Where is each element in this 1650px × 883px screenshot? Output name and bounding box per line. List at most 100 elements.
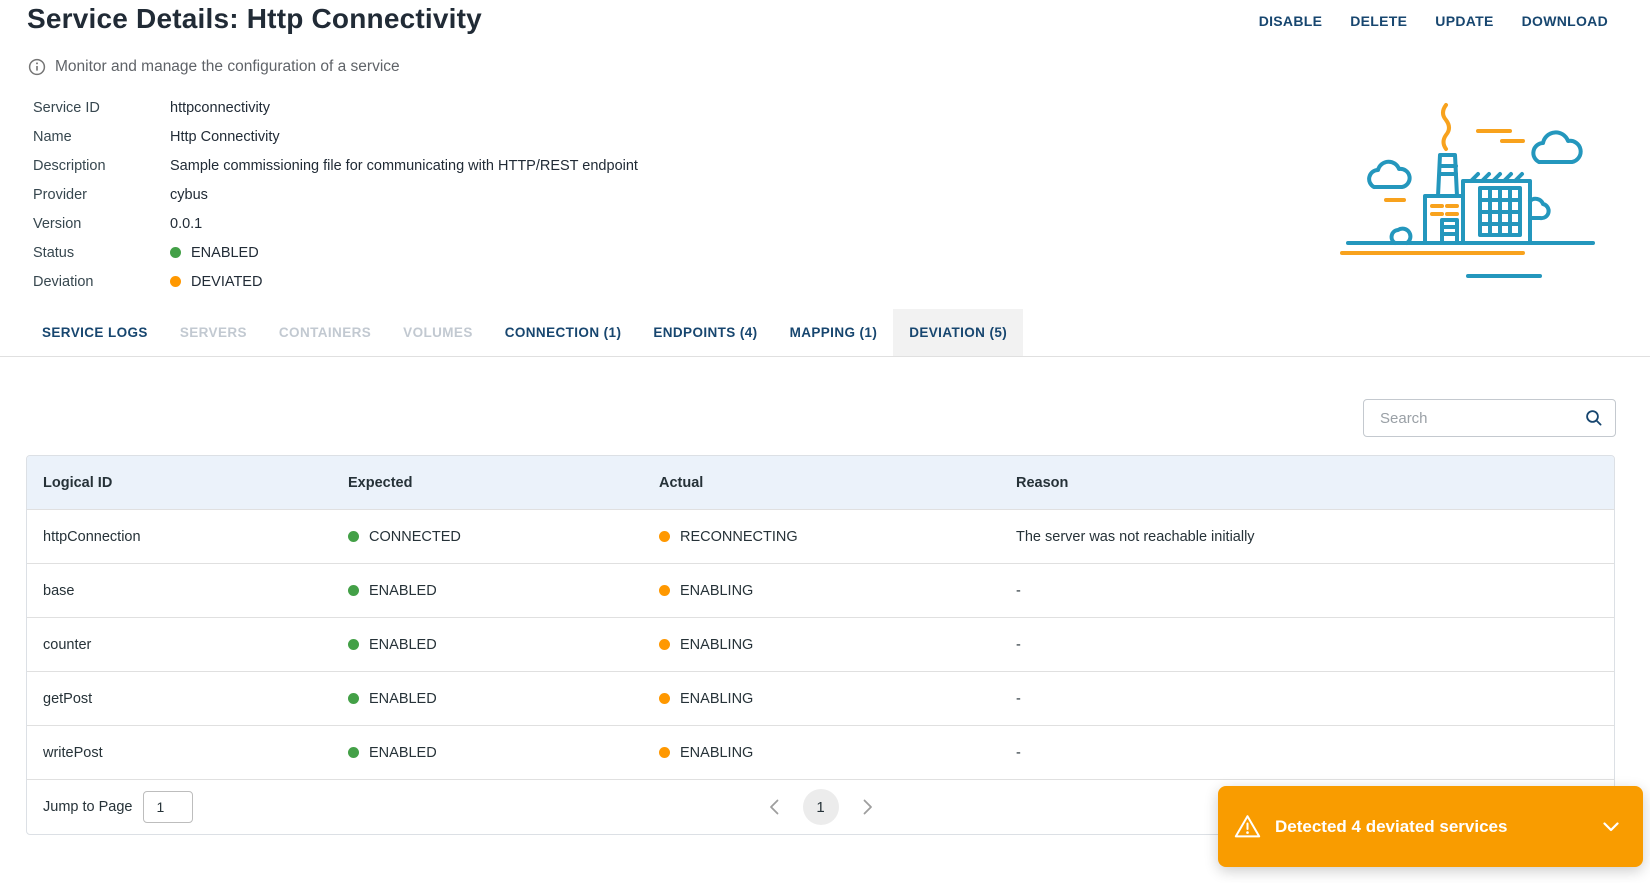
actual-status-text: ENABLING xyxy=(680,637,753,653)
logical-id-cell: counter xyxy=(27,618,332,672)
field-value-text: Http Connectivity xyxy=(170,129,280,145)
chevron-left-icon xyxy=(769,799,779,815)
search-box xyxy=(1363,399,1616,437)
page-subtitle-row: Monitor and manage the configuration of … xyxy=(28,58,400,76)
page-subtitle: Monitor and manage the configuration of … xyxy=(55,58,400,76)
table-header-row: Logical ID Expected Actual Reason xyxy=(27,456,1614,510)
reason-cell: - xyxy=(1000,618,1614,672)
jump-to-page-label: Jump to Page xyxy=(43,799,132,815)
field-value: Sample commissioning file for communicat… xyxy=(170,158,638,174)
info-icon xyxy=(28,58,46,76)
status-dot xyxy=(170,247,181,258)
expected-cell: ENABLED xyxy=(332,564,643,618)
field-value-text: httpconnectivity xyxy=(170,100,270,116)
detail-field-row: Service ID httpconnectivity xyxy=(33,93,638,122)
warning-icon xyxy=(1234,814,1261,839)
tab-endpoints[interactable]: ENDPOINTS (4) xyxy=(637,309,773,356)
delete-button[interactable]: DELETE xyxy=(1350,13,1407,29)
table-row: counter ENABLED ENABLING - xyxy=(27,618,1614,672)
status-dot xyxy=(348,531,359,542)
table-row: writePost ENABLED ENABLING - xyxy=(27,726,1614,780)
field-value-text: DEVIATED xyxy=(191,274,262,290)
detail-field-row: Name Http Connectivity xyxy=(33,122,638,151)
detail-field-row: Status ENABLED xyxy=(33,238,638,267)
status-dot xyxy=(348,639,359,650)
reason-cell: - xyxy=(1000,672,1614,726)
detail-field-row: Version 0.0.1 xyxy=(33,209,638,238)
actual-cell: ENABLING xyxy=(643,564,1000,618)
table-row: base ENABLED ENABLING - xyxy=(27,564,1614,618)
jump-to-page-input[interactable] xyxy=(143,791,193,823)
actual-cell: ENABLING xyxy=(643,672,1000,726)
search-icon[interactable] xyxy=(1585,409,1603,427)
logical-id-cell: base xyxy=(27,564,332,618)
deviation-toast[interactable]: Detected 4 deviated services xyxy=(1218,786,1643,867)
field-label: Service ID xyxy=(33,100,170,116)
status-dot xyxy=(659,531,670,542)
field-value: cybus xyxy=(170,187,208,203)
search-input[interactable] xyxy=(1378,409,1585,428)
pagination: 1 xyxy=(769,789,873,825)
service-details-list: Service ID httpconnectivity Name Http Co… xyxy=(33,93,638,296)
chevron-right-icon xyxy=(863,799,873,815)
page-title: Service Details: Http Connectivity xyxy=(27,3,482,35)
field-value-text: 0.0.1 xyxy=(170,216,202,232)
tab-mapping[interactable]: MAPPING (1) xyxy=(774,309,894,356)
field-label: Provider xyxy=(33,187,170,203)
expected-status-text: ENABLED xyxy=(369,745,437,761)
reason-cell: The server was not reachable initially xyxy=(1000,510,1614,564)
field-value-text: cybus xyxy=(170,187,208,203)
tab-deviation[interactable]: DEVIATION (5) xyxy=(893,309,1023,356)
expected-cell: ENABLED xyxy=(332,726,643,780)
page-number-button[interactable]: 1 xyxy=(803,789,839,825)
previous-page-button[interactable] xyxy=(769,799,779,815)
tab-servers: SERVERS xyxy=(164,309,263,356)
header-actions: DISABLE DELETE UPDATE DOWNLOAD xyxy=(1259,13,1608,29)
disable-button[interactable]: DISABLE xyxy=(1259,13,1323,29)
actual-cell: ENABLING xyxy=(643,618,1000,672)
tab-bar: SERVICE LOGS SERVERS CONTAINERS VOLUMES … xyxy=(0,309,1650,357)
field-label: Status xyxy=(33,245,170,261)
expected-cell: ENABLED xyxy=(332,618,643,672)
status-dot xyxy=(659,747,670,758)
download-button[interactable]: DOWNLOAD xyxy=(1522,13,1608,29)
field-label: Deviation xyxy=(33,274,170,290)
expected-status-text: ENABLED xyxy=(369,691,437,707)
expected-cell: ENABLED xyxy=(332,672,643,726)
reason-cell: - xyxy=(1000,726,1614,780)
field-value: DEVIATED xyxy=(170,274,262,290)
chevron-down-icon[interactable] xyxy=(1603,822,1619,832)
status-dot xyxy=(348,585,359,596)
logical-id-cell: writePost xyxy=(27,726,332,780)
tab-connection[interactable]: CONNECTION (1) xyxy=(489,309,638,356)
actual-cell: RECONNECTING xyxy=(643,510,1000,564)
expected-status-text: ENABLED xyxy=(369,583,437,599)
tab-service-logs[interactable]: SERVICE LOGS xyxy=(26,309,164,356)
field-label: Name xyxy=(33,129,170,145)
status-dot xyxy=(348,693,359,704)
detail-field-row: Deviation DEVIATED xyxy=(33,267,638,296)
field-value: Http Connectivity xyxy=(170,129,280,145)
field-value: ENABLED xyxy=(170,245,259,261)
status-dot xyxy=(659,693,670,704)
detail-field-row: Provider cybus xyxy=(33,180,638,209)
detail-field-row: Description Sample commissioning file fo… xyxy=(33,151,638,180)
expected-status-text: CONNECTED xyxy=(369,529,461,545)
reason-cell: - xyxy=(1000,564,1614,618)
column-header-expected: Expected xyxy=(332,456,643,510)
status-dot xyxy=(659,585,670,596)
factory-illustration xyxy=(1340,98,1610,286)
actual-status-text: ENABLING xyxy=(680,583,753,599)
field-value-text: ENABLED xyxy=(191,245,259,261)
deviation-table-card: Logical ID Expected Actual Reason httpCo… xyxy=(26,455,1615,835)
next-page-button[interactable] xyxy=(863,799,873,815)
tab-volumes: VOLUMES xyxy=(387,309,489,356)
actual-status-text: ENABLING xyxy=(680,745,753,761)
field-value: 0.0.1 xyxy=(170,216,202,232)
actual-status-text: ENABLING xyxy=(680,691,753,707)
field-value-text: Sample commissioning file for communicat… xyxy=(170,158,638,174)
update-button[interactable]: UPDATE xyxy=(1435,13,1493,29)
logical-id-cell: getPost xyxy=(27,672,332,726)
logical-id-cell: httpConnection xyxy=(27,510,332,564)
column-header-reason: Reason xyxy=(1000,456,1614,510)
